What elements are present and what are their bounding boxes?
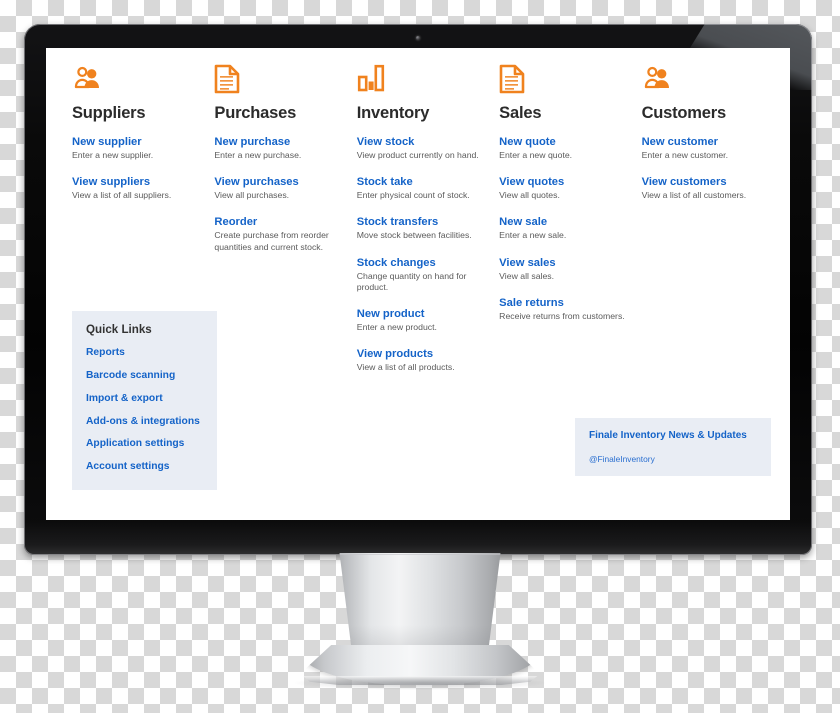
column-title-inventory: Inventory <box>356 104 430 122</box>
bezel-bottom-sheen <box>24 521 812 555</box>
webcam-icon <box>416 36 420 40</box>
link-stock-changes[interactable]: Stock changes <box>357 256 489 270</box>
link-description: View all quotes. <box>499 190 560 201</box>
link-group: New sale Enter a new sale. <box>499 215 631 241</box>
link-view-stock[interactable]: View stock <box>357 135 489 149</box>
link-description: Enter physical count of stock. <box>356 190 470 201</box>
quick-link-application-settings[interactable]: Application settings <box>86 438 203 451</box>
dashboard: Suppliers New supplier Enter a new supplie… <box>46 48 790 520</box>
link-view-products[interactable]: View products <box>357 347 489 361</box>
document-icon <box>214 64 346 98</box>
link-new-quote[interactable]: New quote <box>499 135 631 149</box>
dashboard-column-inventory: Inventory View stock View product currentl… <box>357 64 499 387</box>
link-description: Enter a new purchase. <box>214 150 302 161</box>
link-view-suppliers[interactable]: View suppliers <box>72 175 204 189</box>
link-new-customer[interactable]: New customer <box>642 135 774 149</box>
link-new-supplier[interactable]: New supplier <box>72 135 204 149</box>
link-description: View a list of all customers. <box>641 190 747 201</box>
link-group: Stock take Enter physical count of stock. <box>357 175 489 201</box>
users-icon <box>642 64 774 98</box>
column-title-customers: Customers <box>641 104 727 122</box>
link-description: Enter a new customer. <box>641 150 728 161</box>
news-panel-title: Finale Inventory News & Updates <box>589 430 747 441</box>
link-stock-take[interactable]: Stock take <box>357 175 489 189</box>
link-group: New customer Enter a new customer. <box>642 135 774 161</box>
link-description: View all purchases. <box>214 190 290 201</box>
dashboard-column-customers: Customers New customer Enter a new custome… <box>642 64 784 215</box>
link-group: View sales View all sales. <box>499 256 631 282</box>
quick-links-title: Quick Links <box>86 323 152 336</box>
link-group: New supplier Enter a new supplier. <box>72 135 204 161</box>
link-group: View suppliers View a list of all supplie… <box>72 175 204 201</box>
link-group: View stock View product currently on hand… <box>357 135 489 161</box>
link-description: Create purchase from reorder quantities … <box>214 230 329 252</box>
link-reorder[interactable]: Reorder <box>214 215 346 229</box>
link-group: View products View a list of all products… <box>357 347 489 373</box>
link-description: Enter a new product. <box>356 321 437 332</box>
news-panel-handle[interactable]: @FinaleInventory <box>589 454 757 464</box>
quick-link-barcode-scanning[interactable]: Barcode scanning <box>86 370 203 383</box>
link-group: New product Enter a new product. <box>357 307 489 333</box>
link-description: Enter a new sale. <box>499 230 567 241</box>
link-group: Stock changes Change quantity on hand for… <box>357 256 489 293</box>
quick-links-panel: Quick Links Reports Barcode scanning Impor… <box>72 311 217 491</box>
link-group: Reorder Create purchase from reorder quan… <box>214 215 346 252</box>
monitor-bezel: Suppliers New supplier Enter a new supplie… <box>24 24 812 555</box>
column-title-sales: Sales <box>499 104 542 122</box>
users-icon <box>72 64 204 98</box>
monitor-drop-shadow <box>295 676 545 690</box>
link-view-customers[interactable]: View customers <box>642 175 774 189</box>
monitor-mockup: Suppliers New supplier Enter a new supplie… <box>0 0 840 713</box>
link-sale-returns[interactable]: Sale returns <box>499 296 631 310</box>
quick-link-reports[interactable]: Reports <box>86 347 203 360</box>
link-description: View a list of all products. <box>356 361 455 372</box>
column-title-purchases: Purchases <box>214 104 297 122</box>
link-group: Stock transfers Move stock between facili… <box>357 215 489 241</box>
link-description: Enter a new quote. <box>499 150 573 161</box>
link-group: View customers View a list of all custome… <box>642 175 774 201</box>
quick-link-account-settings[interactable]: Account settings <box>86 461 203 474</box>
dashboard-column-sales: Sales New quote Enter a new quote. View quo… <box>499 64 641 336</box>
link-description: View all sales. <box>499 270 555 281</box>
link-view-purchases[interactable]: View purchases <box>214 175 346 189</box>
link-description: View product currently on hand. <box>356 150 479 161</box>
dashboard-column-purchases: Purchases New purchase Enter a new purchas… <box>214 64 356 267</box>
link-description: Move stock between facilities. <box>356 230 472 241</box>
quick-link-import-export[interactable]: Import & export <box>86 393 203 406</box>
document-icon <box>499 64 631 98</box>
link-view-quotes[interactable]: View quotes <box>499 175 631 189</box>
link-group: View purchases View all purchases. <box>214 175 346 201</box>
bar-chart-icon <box>357 64 489 98</box>
quick-link-add-ons-integrations[interactable]: Add-ons & integrations <box>86 416 203 429</box>
dashboard-column-suppliers: Suppliers New supplier Enter a new supplie… <box>72 64 214 215</box>
link-description: Enter a new supplier. <box>72 150 154 161</box>
link-description: Receive returns from customers. <box>499 310 625 321</box>
link-group: View quotes View all quotes. <box>499 175 631 201</box>
monitor-screen: Suppliers New supplier Enter a new supplie… <box>46 48 790 520</box>
link-new-sale[interactable]: New sale <box>499 215 631 229</box>
link-group: New purchase Enter a new purchase. <box>214 135 346 161</box>
news-updates-panel: Finale Inventory News & Updates @FinaleI… <box>575 418 771 476</box>
quick-links-list: Reports Barcode scanning Import & export Ad… <box>86 347 203 474</box>
link-group: New quote Enter a new quote. <box>499 135 631 161</box>
link-group: Sale returns Receive returns from custome… <box>499 296 631 322</box>
column-title-suppliers: Suppliers <box>72 104 146 122</box>
link-stock-transfers[interactable]: Stock transfers <box>357 215 489 229</box>
link-new-purchase[interactable]: New purchase <box>214 135 346 149</box>
link-view-sales[interactable]: View sales <box>499 256 631 270</box>
link-description: View a list of all suppliers. <box>72 190 172 201</box>
link-new-product[interactable]: New product <box>357 307 489 321</box>
link-description: Change quantity on hand for product. <box>356 270 467 292</box>
